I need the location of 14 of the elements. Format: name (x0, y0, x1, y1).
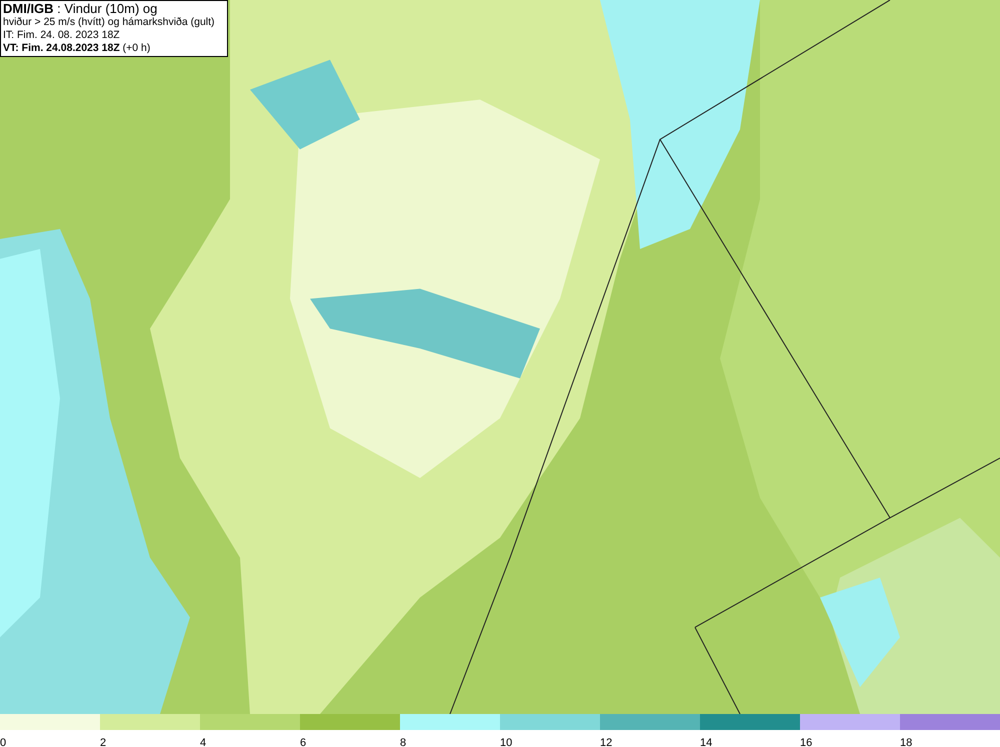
legend-label: 8 (400, 737, 406, 747)
legend-label: 16 (800, 737, 812, 747)
legend-label: 14 (700, 737, 712, 747)
title-line: VT: Fim. 24.08.2023 18Z (+0 h) (3, 42, 152, 55)
legend-label: 2 (100, 737, 106, 747)
title-line: hviður > 25 m/s (hvítt) og hámarkshviða (gult) (3, 16, 216, 29)
legend-label: 6 (300, 737, 306, 747)
legend-label: 4 (200, 737, 206, 747)
legend-label: 10 (500, 737, 512, 747)
legend-label: 0 (0, 737, 6, 747)
legend-label: 18 (900, 737, 912, 747)
title-line: DMI/IGB : Vindur (10m) og (3, 2, 158, 16)
legend-label: 12 (600, 737, 612, 747)
title-line: IT: Fim. 24. 08. 2023 18Z (3, 29, 121, 42)
